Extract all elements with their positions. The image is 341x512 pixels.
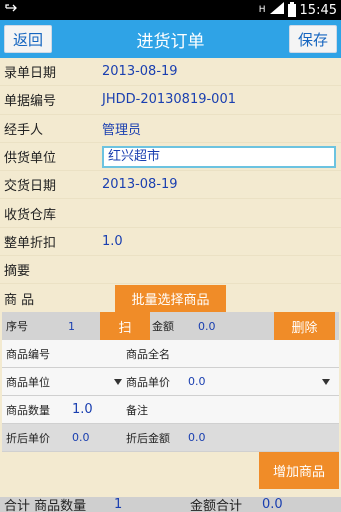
sim-h-icon: H bbox=[258, 5, 266, 15]
note-label: 备注 bbox=[126, 403, 148, 417]
delivery-date-value[interactable]: 2013-08-19 bbox=[102, 177, 178, 192]
form-row-summary[interactable]: 摘要 bbox=[0, 256, 341, 285]
supplier-label: 供货单位 bbox=[4, 151, 57, 167]
totals-footer: 合计 商品数量 1 金额合计 0.0 bbox=[0, 497, 341, 512]
disc-price-value: 0.0 bbox=[72, 431, 90, 445]
discount-label: 整单折扣 bbox=[4, 235, 57, 251]
handler-label: 经手人 bbox=[4, 122, 44, 138]
goods-label: 商 品 bbox=[4, 292, 35, 308]
disc-amount-value: 0.0 bbox=[188, 431, 206, 445]
handler-value[interactable]: 管理员 bbox=[102, 119, 141, 138]
total-amount-value: 0.0 bbox=[262, 497, 283, 512]
price-value[interactable]: 0.0 bbox=[188, 375, 322, 388]
goods-item-panel: 序号 1 扫 金额 0.0 删除 商品编号 商品全名 商品单位 商品单价 0.0… bbox=[2, 312, 339, 453]
unit-dropdown-icon[interactable] bbox=[114, 375, 126, 388]
item-row-qty[interactable]: 商品数量 1.0 备注 bbox=[2, 396, 339, 425]
add-goods-area: 增加商品 bbox=[0, 452, 341, 490]
amount-value: 0.0 bbox=[198, 319, 216, 333]
qty-label: 商品数量 bbox=[6, 403, 50, 417]
form-row-delivery-date[interactable]: 交货日期 2013-08-19 bbox=[0, 171, 341, 200]
title-bar: 返回 进货订单 保存 bbox=[0, 20, 341, 58]
summary-label: 摘要 bbox=[4, 264, 31, 280]
item-row-discounted: 折后单价 0.0 折后金额 0.0 bbox=[2, 424, 339, 453]
form-row-handler[interactable]: 经手人 管理员 bbox=[0, 115, 341, 143]
back-button[interactable]: 返回 bbox=[4, 25, 53, 53]
signal-icon bbox=[269, 2, 284, 18]
battery-icon bbox=[287, 1, 296, 17]
form-row-entry-date[interactable]: 录单日期 2013-08-19 bbox=[0, 58, 341, 87]
supplier-input[interactable]: 红兴超市 bbox=[102, 145, 336, 168]
fullname-label: 商品全名 bbox=[126, 347, 170, 361]
disc-price-label: 折后单价 bbox=[6, 431, 50, 445]
total-qty-value: 1 bbox=[114, 497, 123, 512]
code-label: 商品编号 bbox=[6, 347, 50, 361]
form-row-supplier[interactable]: 供货单位 红兴超市 bbox=[0, 143, 341, 172]
batch-select-goods-button[interactable]: 批量选择商品 bbox=[115, 284, 226, 312]
status-time: 15:45 bbox=[299, 2, 337, 18]
price-dropdown-icon[interactable] bbox=[322, 375, 330, 388]
status-bar: H 15:45 bbox=[0, 0, 341, 20]
scan-button[interactable]: 扫 bbox=[100, 312, 150, 341]
discount-value[interactable]: 1.0 bbox=[102, 234, 123, 249]
form-row-doc-number: 单据编号 JHDD-20130819-001 bbox=[0, 86, 341, 115]
delete-button[interactable]: 删除 bbox=[274, 312, 335, 341]
save-button[interactable]: 保存 bbox=[288, 25, 337, 53]
add-goods-button[interactable]: 增加商品 bbox=[259, 452, 339, 490]
seq-label: 序号 bbox=[6, 320, 28, 334]
item-header-row: 序号 1 扫 金额 0.0 删除 bbox=[2, 312, 339, 341]
unit-label: 商品单位 bbox=[6, 375, 50, 389]
price-label: 商品单价 bbox=[126, 375, 170, 389]
doc-number-value: JHDD-20130819-001 bbox=[102, 92, 236, 108]
doc-number-label: 单据编号 bbox=[4, 94, 57, 110]
form-row-discount[interactable]: 整单折扣 1.0 bbox=[0, 228, 341, 257]
disc-amount-label: 折后金额 bbox=[126, 431, 170, 445]
total-amount-label: 金额合计 bbox=[190, 499, 243, 512]
item-row-code[interactable]: 商品编号 商品全名 bbox=[2, 340, 339, 369]
warehouse-label: 收货仓库 bbox=[4, 207, 57, 223]
form-row-warehouse[interactable]: 收货仓库 bbox=[0, 199, 341, 228]
entry-date-label: 录单日期 bbox=[4, 66, 57, 82]
seq-value: 1 bbox=[68, 319, 75, 333]
delivery-date-label: 交货日期 bbox=[4, 179, 57, 195]
entry-date-value[interactable]: 2013-08-19 bbox=[102, 64, 178, 79]
goods-row: 商 品 批量选择商品 bbox=[0, 284, 341, 312]
usb-icon bbox=[4, 2, 18, 18]
qty-value[interactable]: 1.0 bbox=[72, 402, 126, 417]
total-qty-label: 合计 商品数量 bbox=[4, 499, 87, 512]
item-row-unit-price[interactable]: 商品单位 商品单价 0.0 bbox=[2, 368, 339, 397]
amount-label: 金额 bbox=[152, 320, 174, 334]
